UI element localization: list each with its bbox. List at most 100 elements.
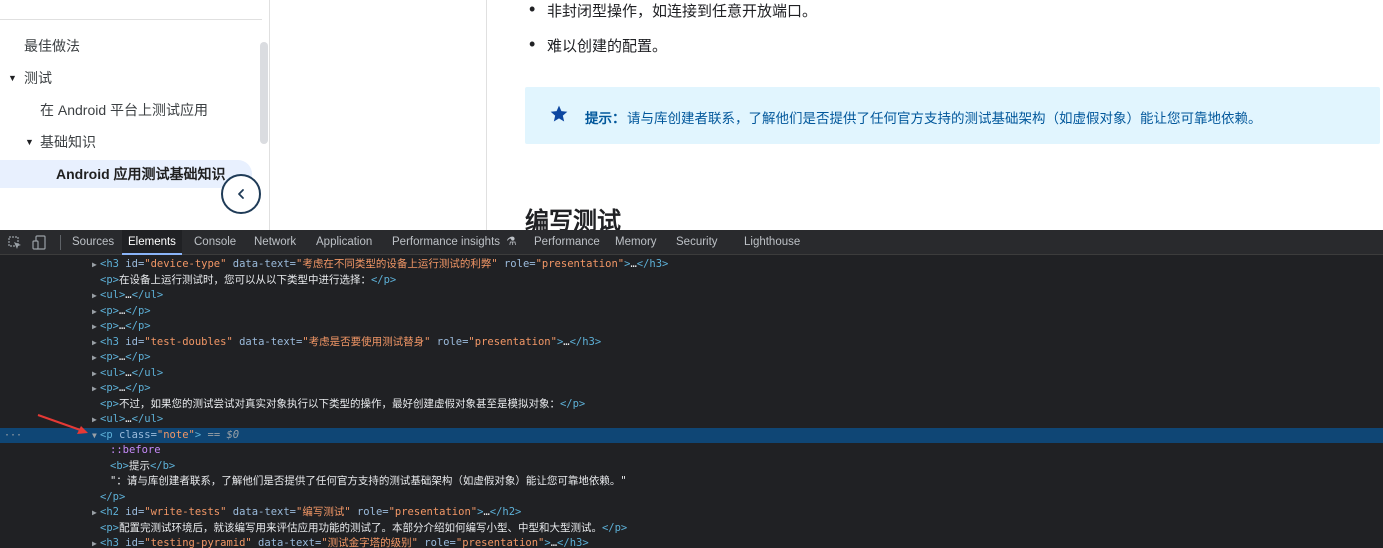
- dom-token: role=: [430, 335, 469, 348]
- dom-node-content: <p>在设备上运行测试时，您可以从以下类型中进行选择：</p>: [92, 273, 396, 289]
- dom-node-content: ▶ <p>…</p>: [92, 350, 151, 366]
- dom-token: ::before: [110, 444, 161, 456]
- dom-node-content: ▶ <p>…</p>: [92, 304, 151, 320]
- note-label: 提示：: [585, 111, 626, 126]
- dom-token: <p>: [100, 521, 119, 534]
- dom-token: "presentation": [468, 335, 557, 348]
- dom-node[interactable]: ▶ <p>…</p>: [0, 304, 1383, 320]
- dom-node[interactable]: <p>在设备上运行测试时，您可以从以下类型中进行选择：</p>: [0, 273, 1383, 289]
- dom-token: "presentation": [535, 258, 625, 270]
- dom-token: </ul>: [131, 366, 164, 379]
- dom-node[interactable]: ▶ <ul>…</ul>: [0, 366, 1383, 382]
- dom-token: <h3: [100, 537, 126, 548]
- dom-token: "考虑在不同类型的设备上运行测试的利弊": [296, 258, 498, 270]
- tab-security[interactable]: Security: [676, 230, 718, 255]
- expand-triangle-icon[interactable]: ▶: [92, 335, 100, 351]
- dom-node-content: <p>配置完测试环境后，就该编写用来评估应用功能的测试了。本部分介绍如何编写小型…: [92, 521, 627, 537]
- dom-node[interactable]: </p>: [0, 490, 1383, 506]
- dom-token: 提示: [128, 459, 150, 472]
- dom-token: data-text=: [226, 506, 296, 518]
- dom-token: </p>: [125, 351, 151, 363]
- tab-elements[interactable]: Elements: [122, 230, 182, 255]
- expand-triangle-icon[interactable]: ▶: [92, 381, 100, 397]
- sidebar-item-test-on-android[interactable]: 在 Android 平台上测试应用: [0, 96, 208, 124]
- dom-node[interactable]: ::before: [0, 443, 1383, 459]
- sidebar-scrollbar[interactable]: [260, 42, 268, 144]
- dom-node[interactable]: ▶ <h3 id="testing-pyramid" data-text="测试金…: [0, 536, 1383, 548]
- sidebar-item-label: 基础知识: [40, 134, 96, 150]
- dom-node[interactable]: ▶ <ul>…</ul>: [0, 412, 1383, 428]
- dom-token: </p>: [125, 304, 151, 317]
- dom-token: </h3>: [636, 258, 669, 270]
- expand-triangle-icon[interactable]: ▶: [92, 350, 100, 366]
- tab-performance-insights[interactable]: Performance insights ⚗: [392, 230, 517, 255]
- expand-triangle-icon[interactable]: ▶: [92, 366, 100, 382]
- dom-token: 配置完测试环境后，就该编写用来评估应用功能的测试了。本部分介绍如何编写小型、中型…: [118, 521, 602, 534]
- caret-down-icon[interactable]: ▼: [25, 128, 34, 156]
- dom-token: id=: [125, 335, 145, 348]
- dom-token: "test-doubles": [144, 335, 233, 348]
- dom-node[interactable]: "：请与库创建者联系，了解他们是否提供了任何官方支持的测试基础架构（如虚假对象）…: [0, 474, 1383, 490]
- tab-application[interactable]: Application: [316, 230, 372, 255]
- node-options-icon[interactable]: ···: [4, 428, 22, 444]
- flask-icon: ⚗: [506, 236, 517, 248]
- tab-memory[interactable]: Memory: [615, 230, 657, 255]
- dom-token: <ul>: [100, 366, 126, 379]
- expand-triangle-icon[interactable]: ▶: [92, 505, 100, 521]
- dom-token: <p>: [100, 304, 119, 317]
- dom-token: role=: [497, 258, 536, 270]
- tab-network[interactable]: Network: [254, 230, 296, 255]
- dom-node-selected[interactable]: ··· ▼ <p class="note"> == $0: [0, 427, 1383, 444]
- dom-node[interactable]: <p>不过，如果您的测试尝试对真实对象执行以下类型的操作，最好创建虚假对象甚至是…: [0, 397, 1383, 413]
- section-heading: 编写测试: [525, 208, 621, 230]
- dom-node[interactable]: ▶ <h2 id="write-tests" data-text="编写测试" r…: [0, 505, 1383, 521]
- expand-triangle-icon[interactable]: ▶: [92, 257, 100, 273]
- caret-down-icon[interactable]: ▼: [8, 64, 17, 92]
- dom-node[interactable]: ▶ <ul>…</ul>: [0, 288, 1383, 304]
- chevron-left-icon: [238, 189, 244, 199]
- dom-token: </h3>: [569, 335, 602, 348]
- inspect-element-icon[interactable]: [8, 236, 22, 250]
- collapse-sidebar-button[interactable]: [221, 174, 261, 214]
- dom-node-content: ▶ <h2 id="write-tests" data-text="编写测试" r…: [92, 505, 521, 521]
- dom-token: "编写测试": [296, 506, 351, 518]
- dom-token: "：请与库创建者联系，了解他们是否提供了任何官方支持的测试基础架构（如虚假对象）…: [110, 475, 627, 487]
- dom-token: <p>: [100, 397, 119, 410]
- expand-triangle-icon[interactable]: ▶: [92, 319, 100, 335]
- dom-node[interactable]: <p>配置完测试环境后，就该编写用来评估应用功能的测试了。本部分介绍如何编写小型…: [0, 521, 1383, 537]
- dom-node[interactable]: <b>提示</b>: [0, 459, 1383, 475]
- tab-sources[interactable]: Sources: [72, 230, 114, 255]
- dom-node[interactable]: ▶ <h3 id="test-doubles" data-text="考虑是否要使…: [0, 335, 1383, 351]
- dom-node[interactable]: ▶ <p>…</p>: [0, 381, 1383, 397]
- tab-console[interactable]: Console: [194, 230, 236, 255]
- dom-node-content: ▶ <p>…</p>: [92, 381, 151, 397]
- dom-node[interactable]: ▶ <p>…</p>: [0, 350, 1383, 366]
- expand-triangle-icon[interactable]: ▶: [92, 304, 100, 320]
- dom-node-content: ▼ <p class="note"> == $0: [92, 428, 239, 444]
- sidebar-item-best-practices[interactable]: 最佳做法: [0, 32, 80, 60]
- sidebar-item-fundamentals[interactable]: ▼ 基础知识: [0, 128, 96, 156]
- dom-node-content: ▶ <ul>…</ul>: [92, 288, 163, 304]
- tab-performance[interactable]: Performance: [534, 230, 600, 255]
- expand-triangle-icon[interactable]: ▶: [92, 288, 100, 304]
- dom-token: 在设备上运行测试时，您可以从以下类型中进行选择：: [118, 273, 371, 286]
- dom-node[interactable]: ▶ <p>…</p>: [0, 319, 1383, 335]
- tab-lighthouse[interactable]: Lighthouse: [744, 230, 800, 255]
- dom-node[interactable]: ▶ <h3 id="device-type" data-text="考虑在不同类型…: [0, 257, 1383, 273]
- dom-token: data-text=: [226, 258, 296, 270]
- sidebar-item-android-testing-fundamentals[interactable]: Android 应用测试基础知识: [0, 160, 252, 188]
- dom-node-content: </p>: [92, 490, 125, 506]
- dom-token: id=: [125, 506, 145, 518]
- dom-token: <p>: [100, 351, 119, 363]
- web-page: 最佳做法 ▼ 测试 在 Android 平台上测试应用 ▼ 基础知识 Andro…: [0, 0, 1383, 230]
- dom-node-content: ::before: [102, 443, 161, 459]
- dom-token: "testing-pyramid": [144, 537, 252, 548]
- expand-triangle-icon[interactable]: ▶: [92, 536, 100, 548]
- dom-token: "presentation": [388, 506, 478, 518]
- dom-node-content: ▶ <ul>…</ul>: [92, 412, 163, 428]
- device-toolbar-icon[interactable]: [32, 235, 46, 250]
- dom-token: </p>: [601, 521, 628, 534]
- sidebar-item-testing[interactable]: ▼ 测试: [0, 64, 52, 92]
- dom-token: <p>: [100, 273, 119, 286]
- sidebar-item-label: 在 Android 平台上测试应用: [40, 102, 209, 118]
